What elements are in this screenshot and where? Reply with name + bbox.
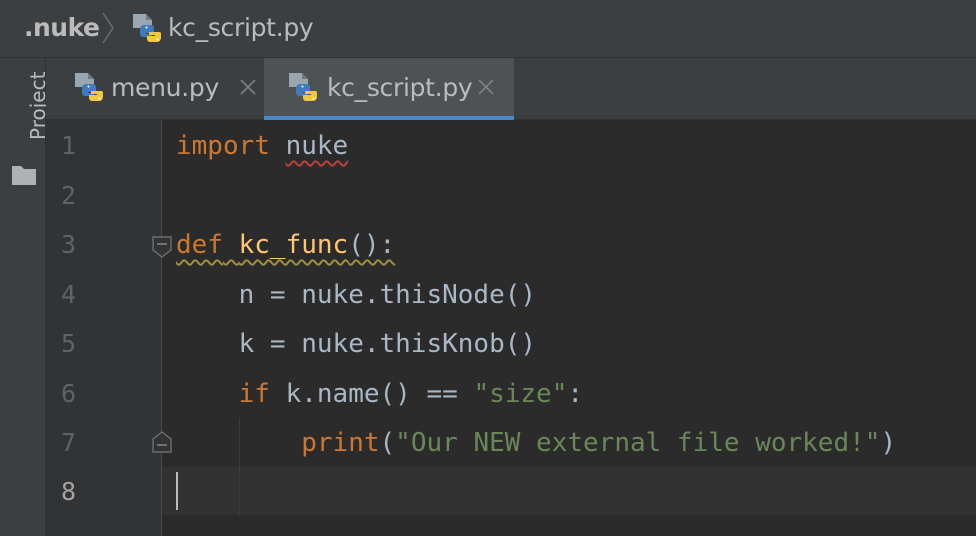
tab-menu-py[interactable]: menu.py bbox=[56, 58, 264, 120]
breadcrumb-file[interactable]: kc_script.py bbox=[168, 12, 314, 44]
line-number: 7 bbox=[60, 428, 76, 457]
code-line-7: print("Our NEW external file worked!") bbox=[176, 419, 896, 467]
tab-label: kc_script.py bbox=[327, 73, 473, 102]
code-line-1: import nuke bbox=[176, 122, 348, 170]
keyword-def: def bbox=[176, 230, 223, 260]
folder-icon[interactable] bbox=[11, 164, 37, 186]
keyword-import: import bbox=[176, 131, 270, 161]
gutter-divider bbox=[161, 120, 162, 536]
line-number-gutter[interactable]: 1 2 3 4 5 6 7 8 bbox=[46, 120, 162, 536]
code-statement: k = nuke.thisKnob() bbox=[238, 329, 537, 359]
line-number: 2 bbox=[60, 181, 76, 210]
fold-end-icon[interactable] bbox=[152, 431, 172, 453]
ide-window: .nuke kc_script.py Project menu.py kc_sc… bbox=[0, 0, 976, 536]
code-expression: k.name() == bbox=[269, 379, 474, 409]
builtin-print: print bbox=[301, 428, 380, 458]
colon: : bbox=[567, 379, 584, 409]
python-file-icon bbox=[133, 14, 161, 42]
function-name: kc_func bbox=[238, 230, 349, 260]
line-number: 1 bbox=[60, 131, 76, 160]
code-editor[interactable]: 1 2 3 4 5 6 7 8 import nuke def kc_func(… bbox=[46, 120, 976, 536]
editor-tabs: menu.py kc_script.py bbox=[46, 58, 976, 120]
tool-window-strip: Project bbox=[0, 58, 50, 536]
string-literal: "Our NEW external file worked!" bbox=[395, 428, 881, 458]
line-number: 4 bbox=[60, 280, 76, 309]
tab-kc-script-py[interactable]: kc_script.py bbox=[264, 58, 514, 120]
open-paren: ( bbox=[379, 428, 396, 458]
function-signature: (): bbox=[348, 230, 396, 260]
code-line-6: if k.name() == "size": bbox=[176, 370, 583, 418]
fold-collapse-icon[interactable] bbox=[152, 236, 172, 258]
breadcrumb-root[interactable]: .nuke bbox=[24, 12, 100, 44]
line-number: 3 bbox=[60, 230, 76, 259]
line-number-current: 8 bbox=[60, 477, 76, 506]
tab-label: menu.py bbox=[111, 73, 219, 102]
line-number: 5 bbox=[60, 329, 76, 358]
navigation-bar: .nuke kc_script.py bbox=[0, 0, 976, 58]
string-literal: "size" bbox=[473, 379, 568, 409]
code-line-4: n = nuke.thisNode() bbox=[176, 271, 536, 319]
keyword-if: if bbox=[238, 379, 270, 409]
code-statement: n = nuke.thisNode() bbox=[238, 280, 537, 310]
python-file-icon bbox=[75, 73, 103, 101]
code-line-5: k = nuke.thisKnob() bbox=[176, 320, 536, 368]
text-caret bbox=[176, 472, 178, 510]
close-icon[interactable] bbox=[477, 78, 495, 96]
code-line-3: def kc_func(): bbox=[176, 221, 395, 269]
module-name: nuke bbox=[285, 131, 349, 161]
close-icon[interactable] bbox=[239, 78, 257, 96]
close-paren: ) bbox=[880, 428, 897, 458]
python-file-icon bbox=[289, 73, 317, 101]
line-number: 6 bbox=[60, 379, 76, 408]
current-line-highlight bbox=[46, 467, 976, 515]
chevron-right-icon bbox=[102, 12, 114, 44]
